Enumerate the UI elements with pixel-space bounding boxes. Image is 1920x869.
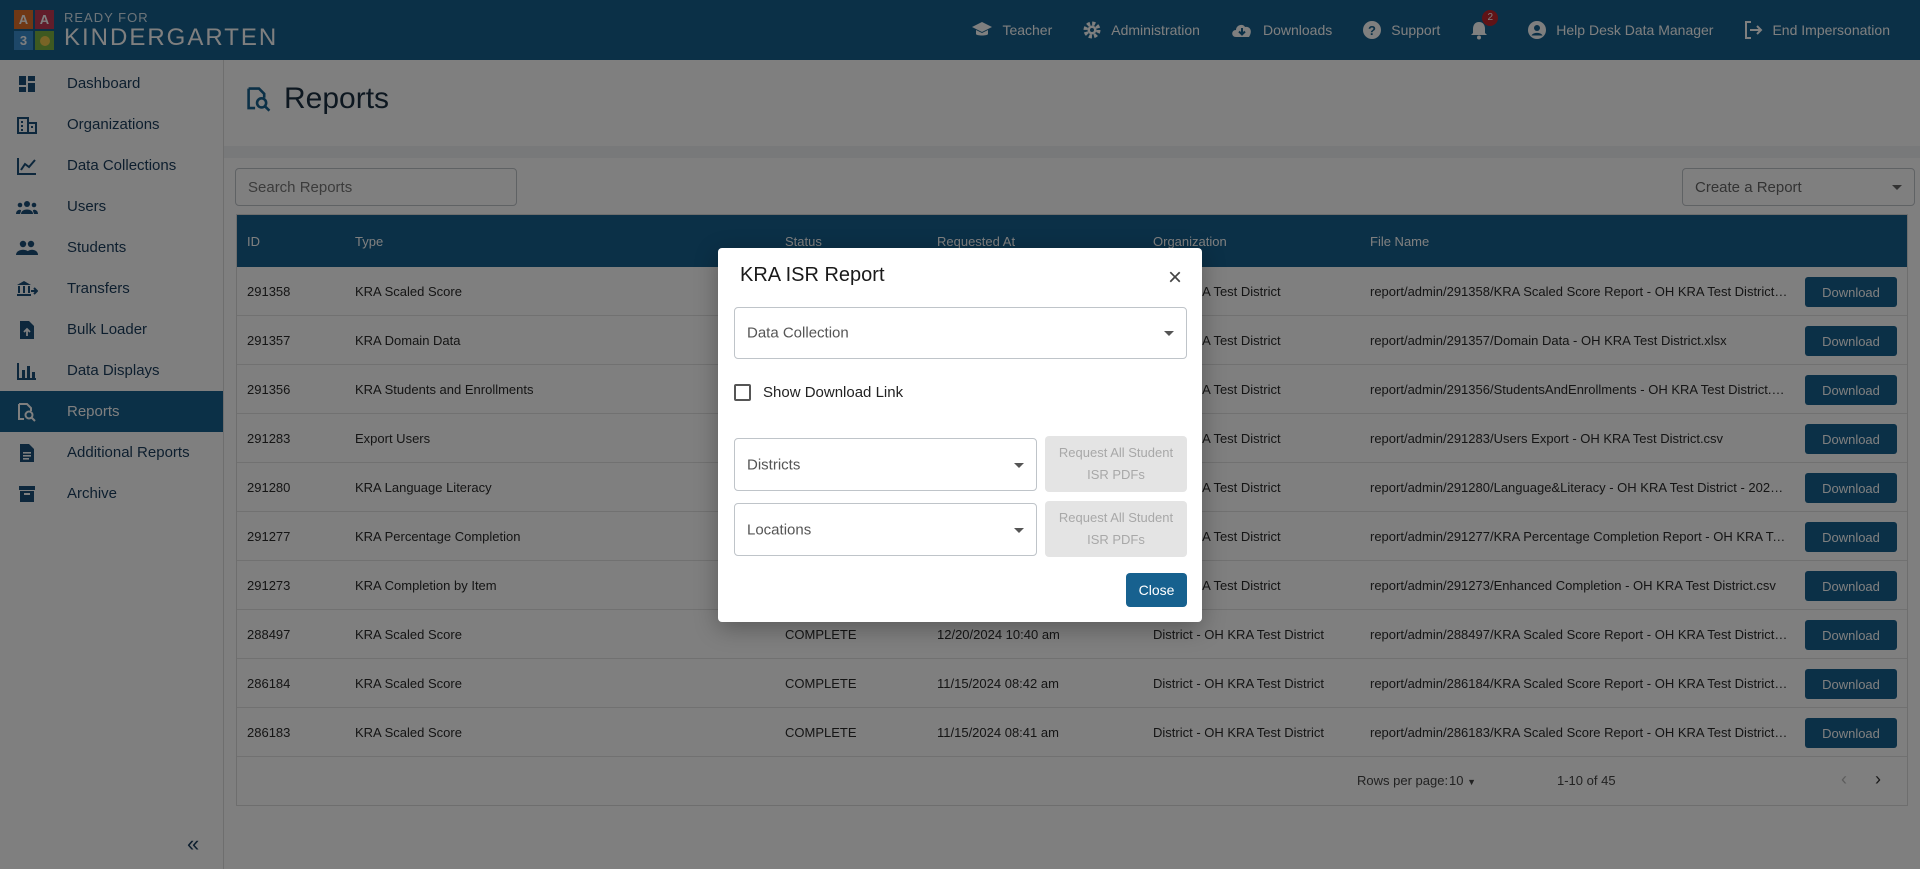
request-isr-pdfs-locations-button[interactable]: Request All Student ISR PDFs <box>1045 501 1187 557</box>
data-collection-select[interactable]: Data Collection <box>734 307 1187 359</box>
chevron-down-icon <box>1014 527 1024 533</box>
chevron-down-icon <box>1164 331 1174 336</box>
locations-label: Locations <box>747 521 812 538</box>
districts-label: Districts <box>747 456 801 473</box>
close-icon[interactable]: × <box>1168 266 1182 290</box>
data-collection-label: Data Collection <box>747 324 849 342</box>
close-button[interactable]: Close <box>1126 573 1187 607</box>
chevron-down-icon <box>1014 462 1024 468</box>
request-isr-pdfs-districts-button[interactable]: Request All Student ISR PDFs <box>1045 436 1187 492</box>
districts-select[interactable]: Districts <box>734 438 1037 491</box>
show-download-link-row: Show Download Link <box>734 384 903 401</box>
show-download-link-checkbox[interactable] <box>734 384 751 401</box>
show-download-link-label: Show Download Link <box>763 384 904 401</box>
dialog-title: KRA ISR Report <box>740 264 885 286</box>
kra-isr-report-dialog: KRA ISR Report × Data Collection Show Do… <box>718 248 1202 622</box>
locations-select[interactable]: Locations <box>734 503 1037 556</box>
